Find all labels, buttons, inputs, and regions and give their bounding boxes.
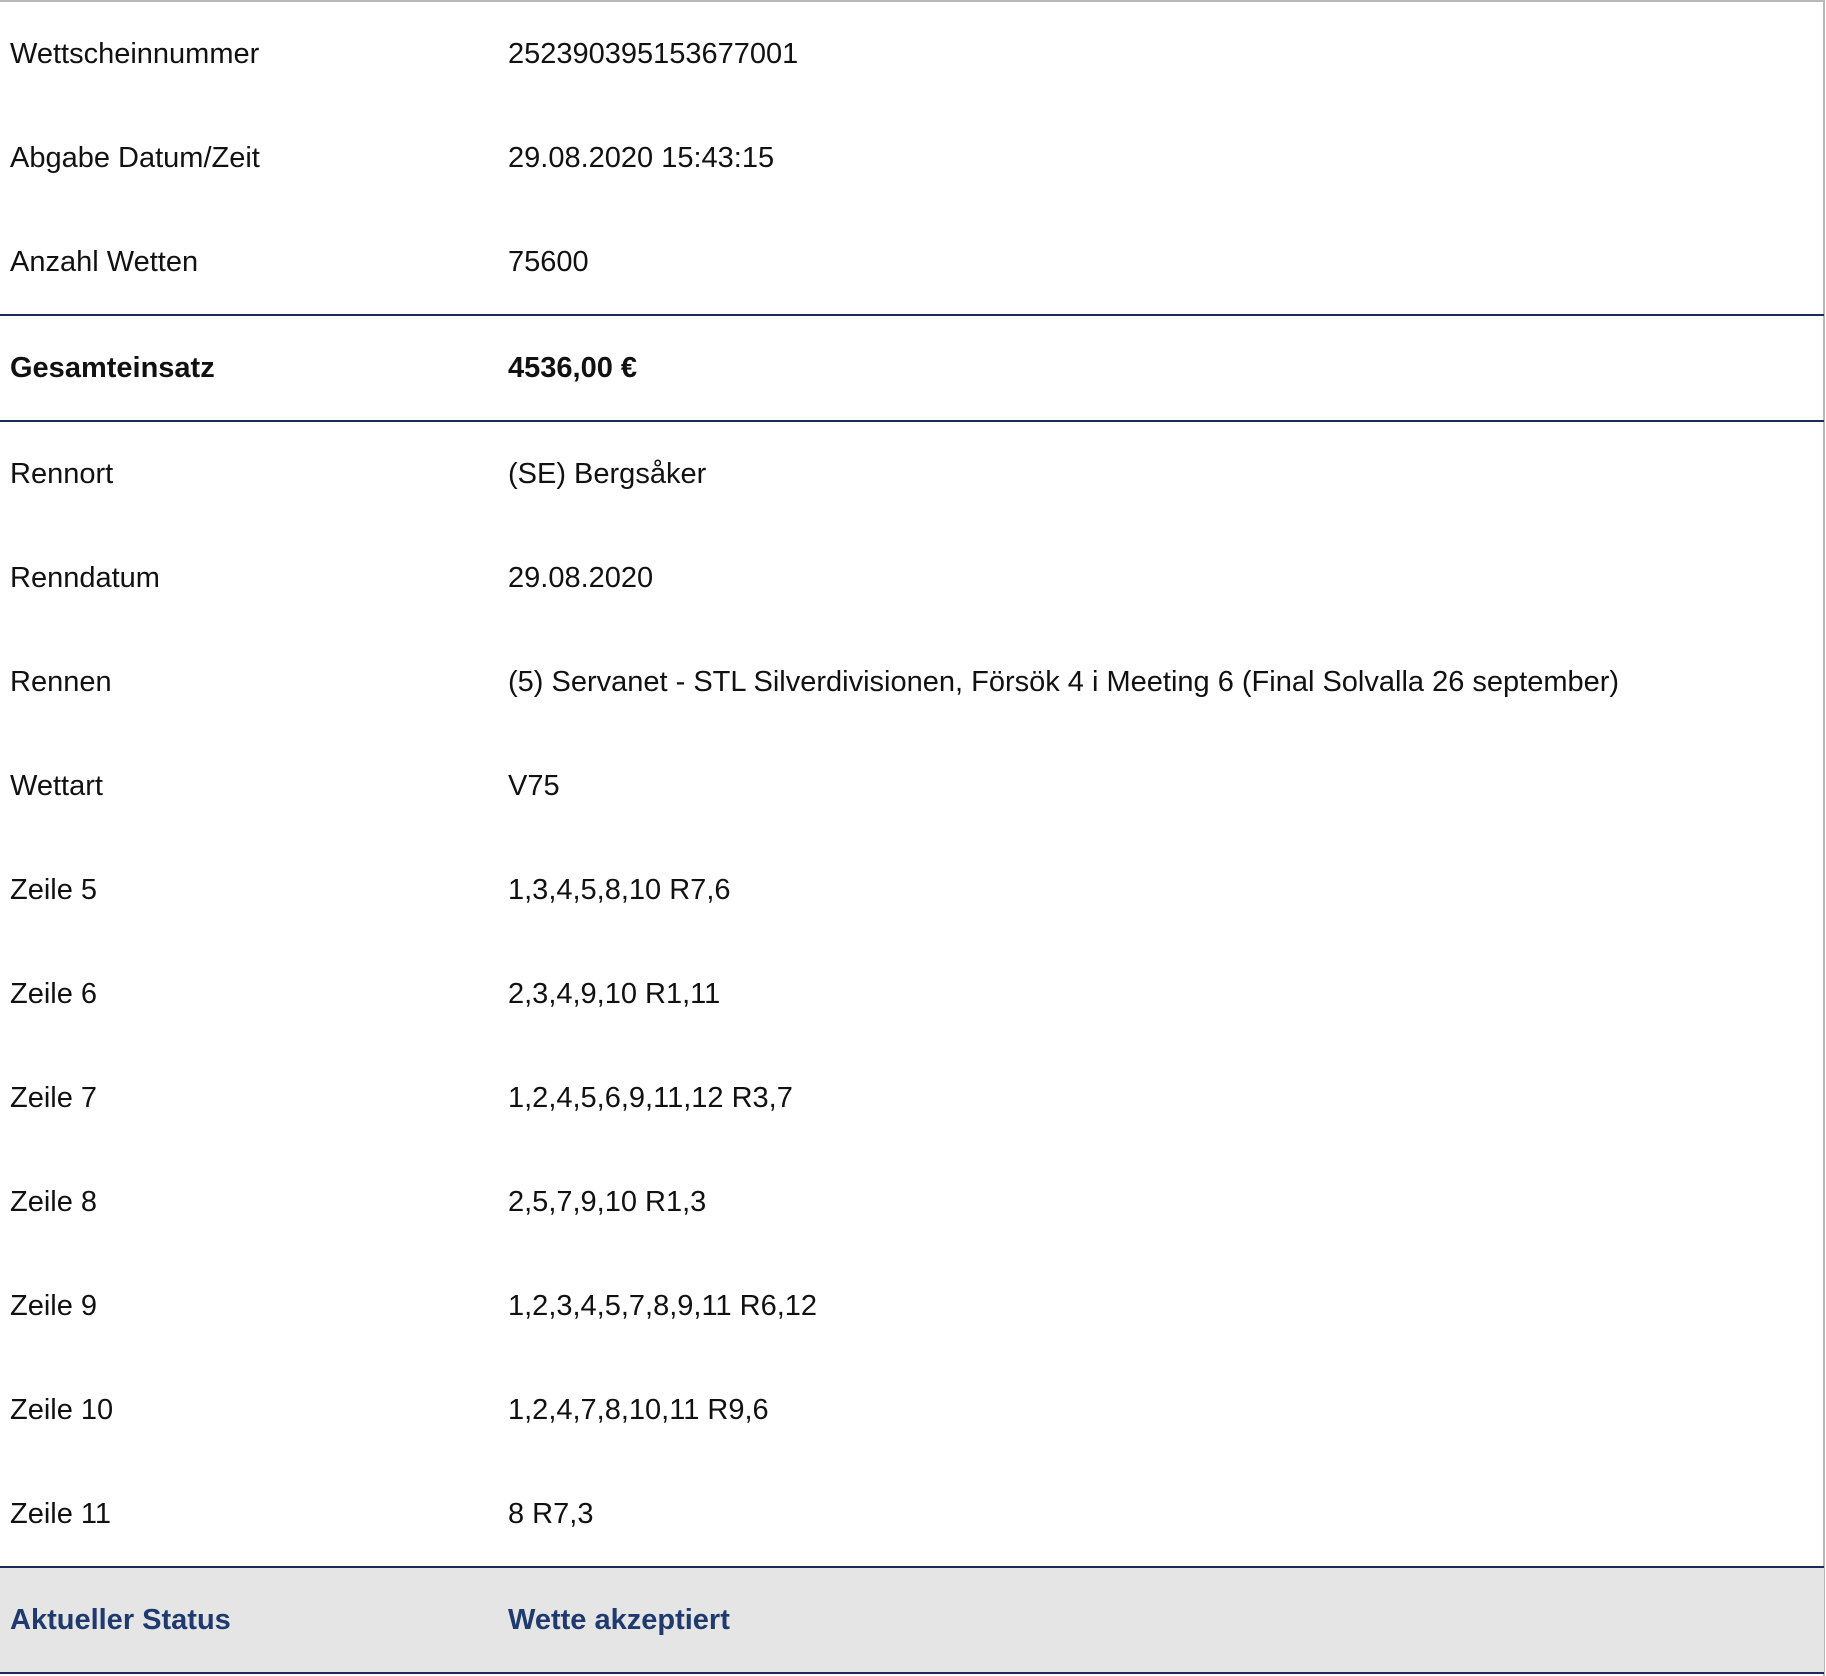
total-stake-label: Gesamteinsatz — [0, 314, 500, 421]
submission-datetime-label: Abgabe Datum/Zeit — [10, 141, 260, 174]
line-10-value: 1,2,4,7,8,10,11 R9,6 — [508, 1393, 769, 1426]
row-race-venue: Rennort (SE) Bergsåker — [0, 420, 1824, 526]
line-8-value: 2,5,7,9,10 R1,3 — [508, 1185, 707, 1218]
line-6-value: 2,3,4,9,10 R1,11 — [508, 977, 721, 1010]
row-line-11: Zeile 11 8 R7,3 — [0, 1462, 1824, 1567]
row-bet-type: Wettart V75 — [0, 734, 1824, 838]
submission-datetime-value: 29.08.2020 15:43:15 — [508, 141, 775, 174]
bet-slip-details: Wettscheinnummer 252390395153677001 Abga… — [0, 0, 1826, 1676]
line-11-label: Zeile 11 — [10, 1497, 112, 1530]
row-line-10: Zeile 10 1,2,4,7,8,10,11 R9,6 — [0, 1358, 1824, 1462]
race-date-label: Renndatum — [10, 561, 160, 594]
line-9-value: 1,2,3,4,5,7,8,9,11 R6,12 — [508, 1289, 818, 1322]
line-6-label: Zeile 6 — [10, 977, 98, 1010]
current-status-label: Aktueller Status — [0, 1566, 500, 1674]
bet-type-value: V75 — [508, 769, 560, 802]
row-line-5: Zeile 5 1,3,4,5,8,10 R7,6 — [0, 838, 1824, 942]
line-10-label: Zeile 10 — [10, 1393, 114, 1426]
row-current-status: Aktueller Status Wette akzeptiert — [0, 1566, 1824, 1674]
bet-count-value: 75600 — [508, 245, 589, 278]
bet-count-label: Anzahl Wetten — [10, 245, 199, 278]
line-7-value: 1,2,4,5,6,9,11,12 R3,7 — [508, 1081, 793, 1114]
race-venue-label: Rennort — [0, 420, 500, 526]
row-line-6: Zeile 6 2,3,4,9,10 R1,11 — [0, 942, 1824, 1046]
line-7-label: Zeile 7 — [10, 1081, 98, 1114]
line-9-label: Zeile 9 — [10, 1289, 98, 1322]
ticket-number-value: 252390395153677001 — [508, 37, 799, 70]
race-date-value: 29.08.2020 — [508, 561, 654, 594]
row-line-8: Zeile 8 2,5,7,9,10 R1,3 — [0, 1150, 1824, 1254]
row-total-stake: Gesamteinsatz 4536,00 € — [0, 314, 1824, 421]
row-line-7: Zeile 7 1,2,4,5,6,9,11,12 R3,7 — [0, 1046, 1824, 1150]
race-label: Rennen — [10, 665, 112, 698]
row-line-9: Zeile 9 1,2,3,4,5,7,8,9,11 R6,12 — [0, 1254, 1824, 1358]
race-venue-value: (SE) Bergsåker — [500, 420, 1824, 526]
row-bet-count: Anzahl Wetten 75600 — [0, 210, 1824, 315]
total-stake-value: 4536,00 € — [500, 314, 1824, 421]
current-status-value: Wette akzeptiert — [500, 1566, 1824, 1674]
race-value: (5) Servanet - STL Silverdivisionen, För… — [508, 665, 1620, 698]
bet-type-label: Wettart — [10, 769, 103, 802]
row-submission-datetime: Abgabe Datum/Zeit 29.08.2020 15:43:15 — [0, 106, 1824, 210]
ticket-number-label: Wettscheinnummer — [10, 37, 260, 70]
row-race-date: Renndatum 29.08.2020 — [0, 526, 1824, 630]
line-11-value: 8 R7,3 — [508, 1497, 594, 1530]
row-race: Rennen (5) Servanet - STL Silverdivision… — [0, 630, 1824, 734]
line-5-value: 1,3,4,5,8,10 R7,6 — [508, 873, 731, 906]
bet-slip-table: Wettscheinnummer 252390395153677001 Abga… — [0, 2, 1824, 1674]
line-8-label: Zeile 8 — [10, 1185, 98, 1218]
line-5-label: Zeile 5 — [10, 873, 98, 906]
row-ticket-number: Wettscheinnummer 252390395153677001 — [0, 2, 1824, 106]
